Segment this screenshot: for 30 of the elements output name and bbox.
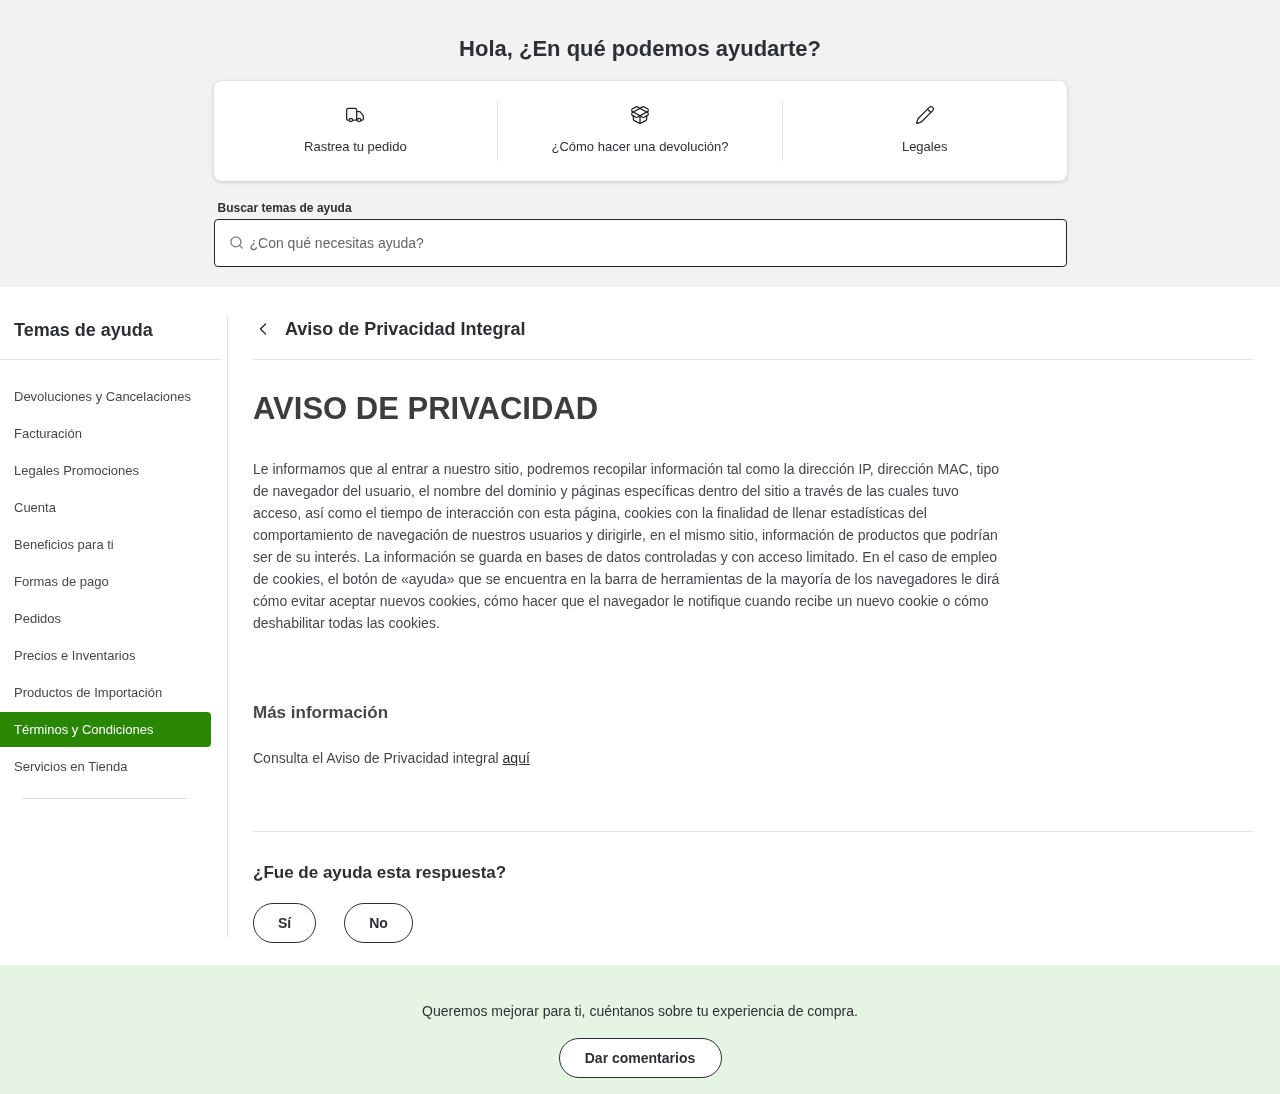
page-greeting: Hola, ¿En qué podemos ayudarte? (459, 35, 821, 63)
article-heading: AVISO DE PRIVACIDAD (253, 390, 600, 428)
sidebar-item[interactable]: Productos de Importación (0, 675, 211, 710)
sidebar-item[interactable]: Facturación (0, 416, 211, 451)
search-icon (228, 235, 244, 250)
sidebar-title: Temas de ayuda (14, 319, 154, 342)
pencil-icon (914, 105, 935, 126)
sidebar-item[interactable]: Formas de pago (0, 564, 211, 599)
sidebar-item[interactable]: Términos y Condiciones (0, 712, 211, 747)
sidebar-item[interactable]: Legales Promociones (0, 453, 211, 488)
sidebar-item[interactable]: Cuenta (0, 490, 211, 525)
breadcrumb-title: Aviso de Privacidad Integral (285, 317, 526, 341)
quick-link[interactable]: Rastrea tu pedido (213, 105, 498, 157)
sidebar-item[interactable]: Devoluciones y Cancelaciones (0, 379, 211, 414)
package-icon (630, 105, 650, 126)
feedback-question: ¿Fue de ayuda esta respuesta? (253, 861, 508, 884)
footer-text: Queremos mejorar para ti, cuéntanos sobre tu experiencia de compra. (422, 1002, 858, 1021)
sidebar-item[interactable]: Precios e Inventarios (0, 638, 211, 673)
search-label: Buscar temas de ayuda (216, 200, 353, 217)
quick-link[interactable]: Legales (782, 105, 1067, 157)
more-info-text: Consulta el Aviso de Privacidad integral aquí (253, 748, 531, 768)
article-paragraph: Le informamos que al entrar a nuestro sitio, podremos recopilar información tal como la dirección IP, dirección MAC, tipo de navegador del usuario, el nombre del dominio y páginas específicas dentro del sitio a través de las cuales tuvo acceso, así como el tiempo de interacción con esta página, cookies con la finalidad de llenar estadísticas del comportamiento de navegación de nuestros usuarios y dirigirle, en el mismo sitio, información de productos que podrían ser de su interés. La información se guarda en bases de datos controladas y con acceso limitado. En el caso de empleo de cookies, el botón de «ayuda» que se encuentra en la barra de herramientas de la mayoría de los navegadores le dirá cómo evitar aceptar nuevos cookies, cómo hacer que el navegador le notifique cuando recibe un nuevo cookie o cómo deshabilitar todas las cookies. (253, 460, 1001, 633)
section-title: Más información (253, 702, 390, 724)
sidebar-item[interactable]: Servicios en Tienda (0, 749, 211, 784)
feedback-cta-button[interactable]: Dar comentarios (558, 1038, 722, 1078)
sidebar-item[interactable]: Pedidos (0, 601, 211, 636)
quick-link[interactable]: ¿Cómo hacer una devolución? (498, 105, 782, 157)
here-link[interactable]: aquí (502, 749, 530, 766)
sidebar-item[interactable]: Beneficios para ti (0, 527, 211, 562)
search-field[interactable]: ¿Con qué necesitas ayuda? (213, 219, 1067, 267)
